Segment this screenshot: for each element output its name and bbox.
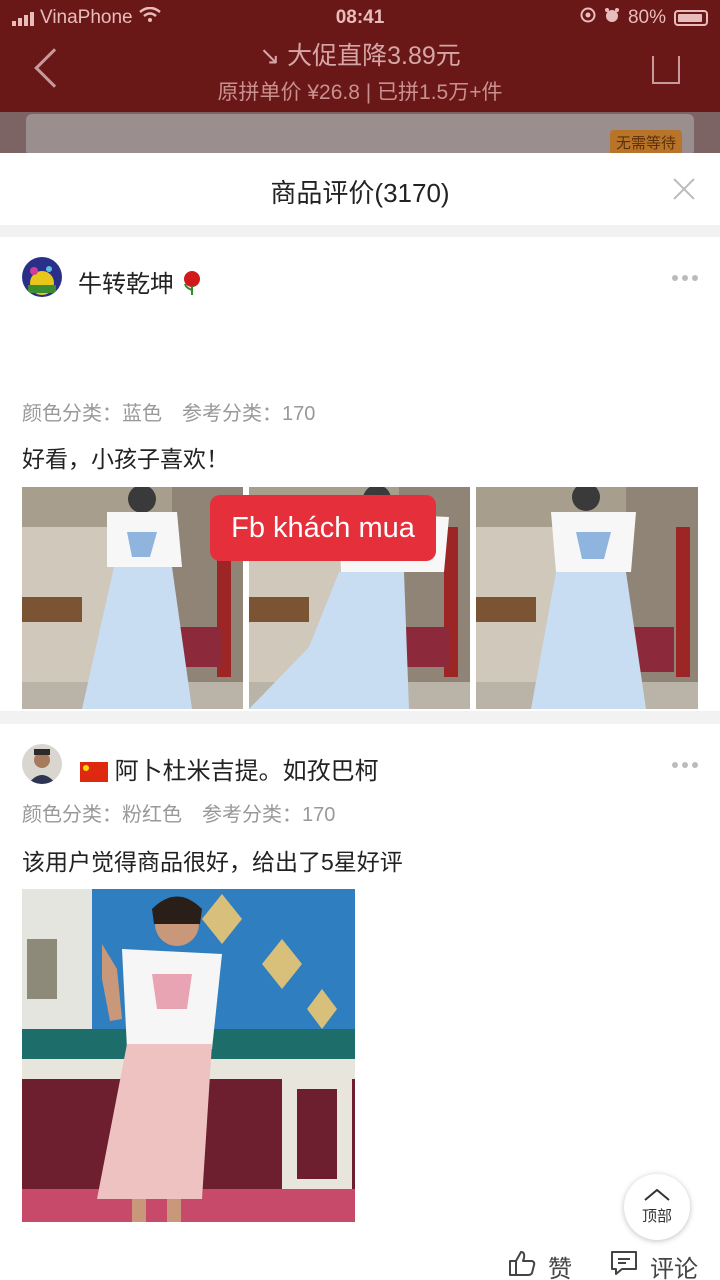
review-photo[interactable] (476, 487, 698, 709)
close-icon[interactable] (670, 175, 698, 203)
sheet-title: 商品评价(3170) (270, 178, 450, 208)
back-to-top-label: 顶部 (641, 1208, 672, 1225)
comment-label: 评论 (650, 1256, 698, 1280)
review-item: 阿卜杜米吉提。如孜巴柯 颜色分类：粉红色 参考分类：170 该用户觉得商品很好，给… (0, 724, 720, 1280)
background-title: ↘ 大促直降3.89元 (259, 42, 461, 70)
more-icon[interactable] (672, 762, 698, 768)
lock-rotation-icon (580, 7, 596, 29)
username[interactable]: 牛转乾坤 (78, 264, 203, 299)
back-to-top-button[interactable]: 顶部 (624, 1174, 690, 1240)
chevron-up-icon (644, 1188, 670, 1205)
username[interactable]: 阿卜杜米吉提。如孜巴柯 (80, 751, 379, 786)
thumbs-up-icon (508, 1250, 536, 1280)
battery-icon (674, 10, 708, 26)
sheet-header: 商品评价(3170) (0, 153, 720, 225)
comment-button[interactable]: 评论 (610, 1249, 698, 1280)
review-photo[interactable] (22, 889, 355, 1222)
rose-icon (181, 271, 203, 298)
background-card (26, 114, 694, 156)
buyer-feedback-badge: Fb khách mua (210, 495, 436, 561)
review-item: 牛转乾坤 颜色分类：蓝色 参考分类：170 好看，小孩子喜欢！ (0, 237, 720, 771)
like-button[interactable]: 赞 (508, 1249, 572, 1280)
more-icon[interactable] (672, 275, 698, 281)
battery-percent: 80% (627, 7, 666, 28)
status-right: 80% (580, 7, 708, 29)
avatar[interactable] (22, 257, 62, 297)
review-content: 该用户觉得商品很好，给出了5星好评 (22, 849, 403, 875)
price-drop-icon: ↘ (259, 42, 288, 70)
sku-info: 颜色分类：蓝色 参考分类：170 (22, 403, 316, 425)
avatar[interactable] (22, 744, 62, 784)
like-label: 赞 (548, 1256, 572, 1280)
background-subtitle: 原拼单价 ¥26.8 | 已拼1.5万+件 (217, 81, 503, 104)
review-content: 好看，小孩子喜欢！ (22, 446, 229, 472)
sku-info: 颜色分类：粉红色 参考分类：170 (22, 804, 336, 826)
comment-icon (610, 1250, 638, 1280)
status-bar: VinaPhone 08:41 80% (0, 0, 720, 38)
reviews-sheet: 商品评价(3170) 牛转乾坤 颜色分类：蓝色 参考分类：170 好看，小孩子喜欢… (0, 153, 720, 1280)
background-badge: 无需等待 (609, 130, 682, 155)
share-icon[interactable] (652, 56, 680, 84)
review-actions: 赞 评论 (508, 1249, 698, 1280)
alarm-icon (604, 7, 620, 29)
flag-icon (80, 758, 115, 785)
